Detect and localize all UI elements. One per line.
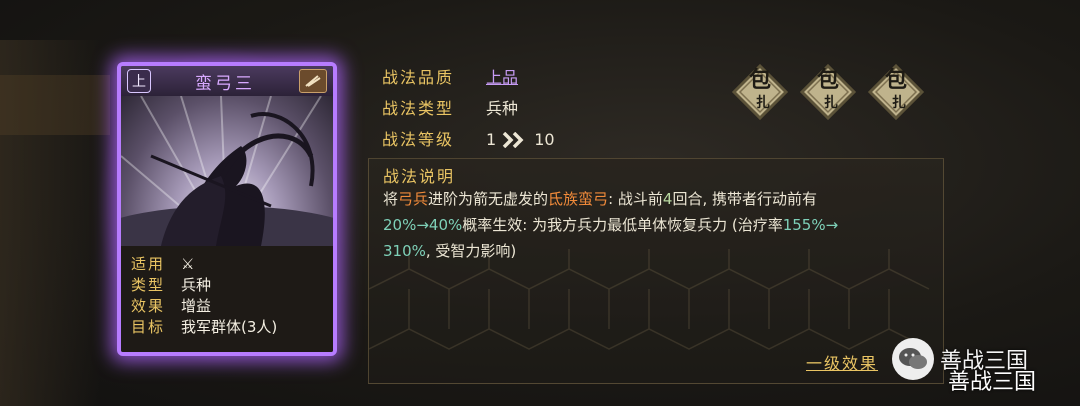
seal-badge[interactable]: 包 扎 [800, 64, 856, 120]
stat-key: 战法等级 [382, 130, 455, 149]
description-title: 战法说明 [383, 167, 456, 186]
level-to: 10 [534, 130, 555, 149]
card-header: 上 蛮弓三 [121, 66, 333, 96]
seal-sub: 扎 [824, 95, 838, 111]
seal-sub: 扎 [892, 95, 906, 111]
seal-sub: 扎 [756, 95, 770, 111]
seal-main: 包 [884, 68, 907, 93]
book-icon[interactable] [299, 69, 327, 93]
archer-art-image [121, 95, 333, 286]
stat-value: 兵种 [486, 99, 519, 118]
highlight-rate: 155%→ [782, 216, 839, 234]
stat-type: 战法类型 兵种 [382, 93, 555, 124]
description-line: 20%→40%概率生效: 为我方兵力最低单体恢复兵力 (治疗率155%→ [383, 212, 937, 238]
wechat-logo-icon [892, 338, 934, 380]
desc-text-span: 进阶为箭无虚发的 [428, 190, 549, 208]
seal-main: 包 [748, 68, 771, 93]
stat-quality: 战法品质 上品 [382, 62, 555, 93]
seal-main: 包 [816, 68, 839, 93]
level-from: 1 [486, 130, 497, 149]
card-info: 适用 ⚔ 类型 兵种 效果 增益 目标 我军群体(3人) [121, 246, 333, 352]
info-row-type: 类型 兵种 [131, 275, 323, 296]
watermark-text-2: 善战三国 [948, 370, 1037, 395]
double-chevron-right-icon [502, 131, 524, 148]
desc-text-span: 将 [383, 190, 399, 208]
tactic-stats: 战法品质 上品 战法类型 兵种 战法等级 1 10 [382, 62, 555, 155]
info-key: 类型 [131, 276, 166, 294]
info-value: 我军群体(3人) [181, 318, 278, 336]
tactic-card[interactable]: 上 蛮弓三 适用 ⚔ 类型 兵种 效果 增益 目标 我军群体(3人) [117, 62, 337, 356]
info-row-effect: 效果 增益 [131, 296, 323, 317]
stat-key: 战法类型 [382, 99, 455, 118]
highlight-rate: 310% [383, 242, 426, 260]
desc-text-span: , 受智力影响) [425, 242, 517, 260]
stat-key: 战法品质 [382, 68, 455, 87]
highlight-rate: 20%→40% [383, 216, 463, 234]
info-key: 效果 [131, 297, 166, 315]
crossed-swords-icon: ⚔ [181, 255, 195, 273]
desc-text-span: 概率生效: 为我方兵力最低单体恢复兵力 (治疗率 [462, 216, 783, 234]
description-text: 将弓兵进阶为箭无虚发的氐族蛮弓: 战斗前4回合, 携带者行动前有 20%→40%… [383, 186, 937, 264]
info-row-target: 目标 我军群体(3人) [131, 317, 323, 338]
quality-link[interactable]: 上品 [486, 62, 518, 93]
left-tab-strip[interactable] [0, 75, 110, 135]
info-value: 兵种 [181, 276, 212, 294]
card-name: 蛮弓三 [195, 73, 255, 94]
description-line: 310%, 受智力影响) [383, 238, 937, 264]
info-key: 目标 [131, 318, 166, 336]
seal-badge[interactable]: 包 扎 [868, 64, 924, 120]
seal-badge[interactable]: 包 扎 [732, 64, 788, 120]
desc-text-span: : 战斗前 [608, 190, 663, 208]
effect-level-link[interactable]: 一级效果 [806, 350, 878, 374]
desc-text-span: 回合, 携带者行动前有 [672, 190, 817, 208]
info-key: 适用 [131, 255, 166, 273]
highlight-unit: 氐族蛮弓 [548, 190, 609, 208]
highlight-number: 4 [662, 190, 673, 208]
stat-level: 战法等级 1 10 [382, 124, 555, 155]
highlight-unit: 弓兵 [398, 190, 429, 208]
seal-group: 包 扎 包 扎 包 扎 [732, 64, 924, 120]
info-row-applicable: 适用 ⚔ [131, 254, 323, 275]
info-value: 增益 [181, 297, 212, 315]
grade-badge: 上 [127, 69, 151, 93]
description-line: 将弓兵进阶为箭无虚发的氐族蛮弓: 战斗前4回合, 携带者行动前有 [383, 186, 937, 212]
